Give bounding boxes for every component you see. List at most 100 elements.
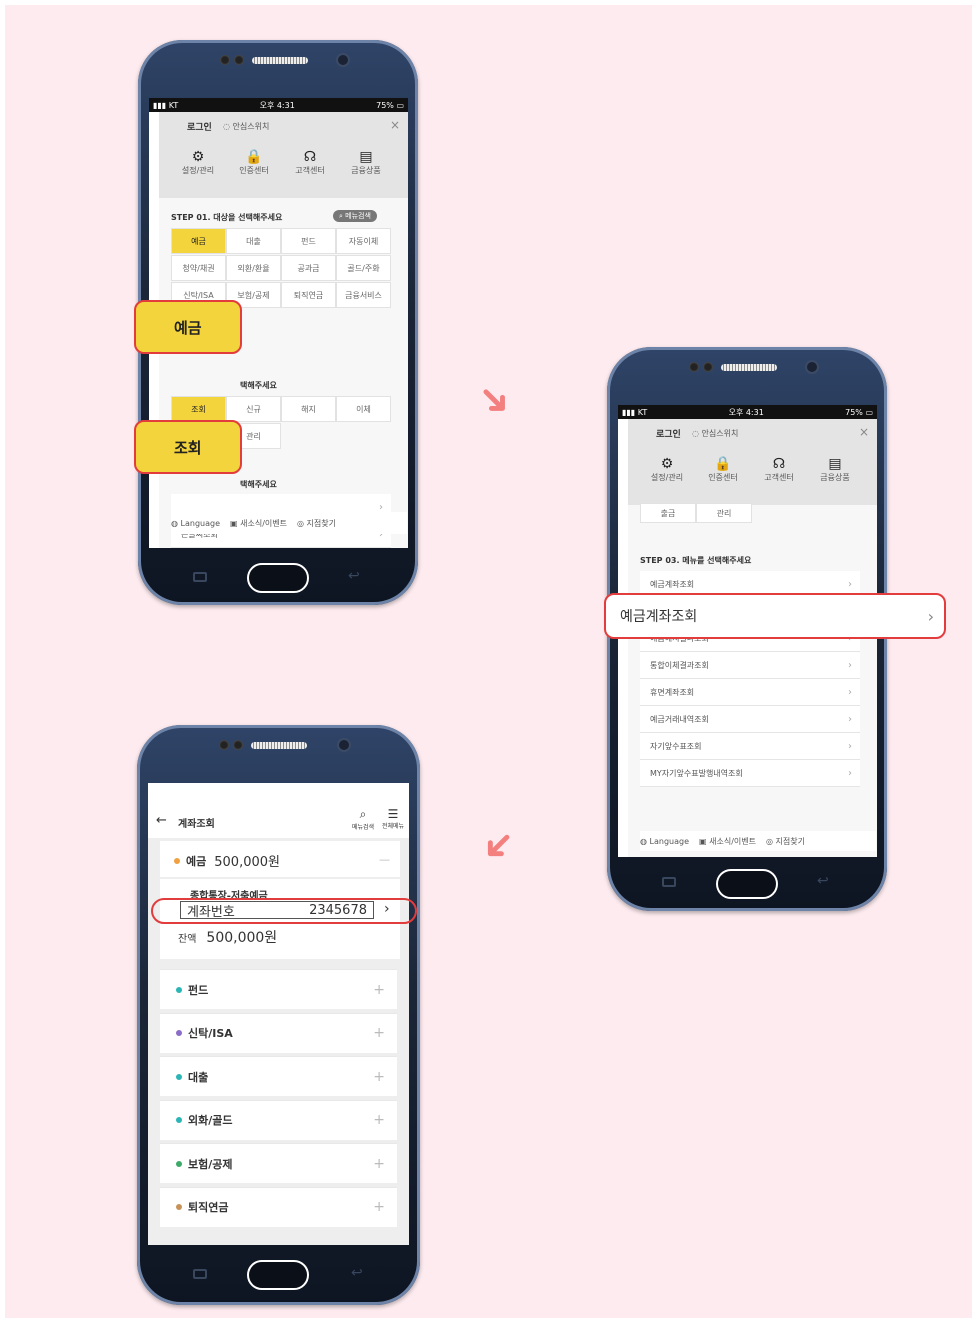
clock: 오후 4:31 bbox=[259, 100, 295, 110]
list-item-label: 휴면계좌조회 bbox=[650, 687, 695, 697]
branch-link[interactable]: ◎ 지점찾기 bbox=[766, 836, 805, 847]
login-link[interactable]: 로그인 bbox=[656, 427, 681, 440]
category-item[interactable]: 보험/공제 + bbox=[160, 1143, 397, 1183]
grid-cell[interactable]: 펀드 bbox=[281, 228, 336, 254]
back-key[interactable]: ↩ bbox=[817, 873, 829, 889]
speaker bbox=[721, 364, 777, 371]
app-header: ← 계좌조회 ⌕ 메뉴검색 ☰ 전체메뉴 bbox=[148, 803, 409, 839]
list-item[interactable]: 통합이체결과조회 › bbox=[640, 652, 860, 679]
list-item-label: 예금계좌조회 bbox=[650, 579, 695, 589]
category-item[interactable]: 대출 + bbox=[160, 1056, 397, 1096]
category-item[interactable]: 펀드 + bbox=[160, 969, 397, 1009]
status-bar: ▮▮▮ KT 오후 4:31 75% ▭ bbox=[149, 98, 408, 112]
menu-footer: ◍ Language ▣ 새소식/이벤트 ◎ 지점찾기 bbox=[171, 512, 407, 534]
grid-cell-label: 외환/환율 bbox=[237, 263, 270, 273]
category-item[interactable]: 외화/골드 + bbox=[160, 1099, 397, 1140]
headset-icon: ☊ bbox=[303, 149, 317, 165]
branch-label: 지점찾기 bbox=[775, 836, 805, 846]
language-link[interactable]: ◍ Language bbox=[640, 837, 689, 846]
news-link[interactable]: ▣ 새소식/이벤트 bbox=[230, 518, 287, 529]
quick-label: 설정/관리 bbox=[181, 166, 215, 175]
grid-cell-label: 자동이체 bbox=[348, 236, 379, 246]
bullet-icon bbox=[176, 1160, 182, 1167]
safe-switch-label: 안심스위치 bbox=[701, 429, 739, 438]
menu-body: 출금 관리 STEP 03. 메뉴를 선택해주세요 예금계좌조회››예금해지결과… bbox=[628, 503, 877, 857]
login-link[interactable]: 로그인 bbox=[187, 120, 212, 133]
sensor bbox=[219, 740, 229, 750]
news-label: 새소식/이벤트 bbox=[240, 518, 287, 528]
language-link[interactable]: ◍ Language bbox=[171, 519, 220, 528]
signal-icon: ▮▮▮ bbox=[153, 100, 167, 110]
close-icon[interactable]: × bbox=[859, 425, 869, 439]
grid-cell[interactable]: 골드/주화 bbox=[336, 255, 391, 281]
quick-icon-3[interactable]: ☊ 고객센터 bbox=[285, 146, 335, 176]
battery-level: 75% bbox=[845, 407, 863, 417]
search-icon: ⌕ bbox=[359, 807, 367, 821]
grid-cell[interactable]: 관리 bbox=[696, 503, 752, 523]
grid-cell[interactable]: 출금 bbox=[640, 503, 696, 523]
collapse-icon[interactable]: — bbox=[379, 853, 390, 866]
news-label: 새소식/이벤트 bbox=[709, 836, 756, 846]
back-key[interactable]: ↩ bbox=[351, 1265, 363, 1281]
callout-inquiry: 조회 bbox=[134, 420, 242, 474]
recent-apps-key[interactable] bbox=[193, 1269, 207, 1279]
red-highlight bbox=[151, 898, 417, 924]
list-item[interactable]: 휴면계좌조회 › bbox=[640, 679, 860, 706]
grid-cell[interactable]: 외환/환율 bbox=[226, 255, 281, 281]
grid-cell[interactable]: 자동이체 bbox=[336, 228, 391, 254]
branch-link[interactable]: ◎ 지점찾기 bbox=[297, 518, 336, 529]
headset-icon: ☊ bbox=[772, 456, 786, 472]
grid-cell-label: 펀드 bbox=[301, 236, 316, 246]
grid-cell[interactable]: 조회 bbox=[171, 396, 226, 422]
menu-search-button[interactable]: ⌕ 메뉴검색 bbox=[348, 807, 378, 831]
list-item-label: MY자기앞수표발행내역조회 bbox=[650, 768, 743, 778]
grid-cell-label: 골드/주화 bbox=[347, 263, 380, 273]
back-key[interactable]: ↩ bbox=[348, 568, 360, 584]
quick-icon-4[interactable]: ▤ 금융상품 bbox=[341, 146, 391, 176]
quick-icon-2[interactable]: 🔒 인증센터 bbox=[229, 146, 279, 176]
quick-label: 금융상품 bbox=[351, 166, 381, 175]
grid-cell[interactable]: 청약/채권 bbox=[171, 255, 226, 281]
quick-icon-1[interactable]: ⚙ 설정/관리 bbox=[173, 146, 223, 176]
menu-body: STEP 01. 대상을 선택해주세요 ⌕ 메뉴검색 예금 대출 펀드 자동이체 청약/… bbox=[159, 198, 408, 548]
back-arrow-icon[interactable]: ← bbox=[156, 813, 167, 828]
safe-switch[interactable]: ◌ 안심스위치 bbox=[692, 428, 738, 439]
quick-icon-3[interactable]: ☊ 고객센터 bbox=[754, 453, 804, 483]
quick-icon-2[interactable]: 🔒 인증센터 bbox=[698, 453, 748, 483]
home-button[interactable] bbox=[247, 1260, 309, 1290]
grid-cell[interactable]: 대출 bbox=[226, 228, 281, 254]
recent-apps-key[interactable] bbox=[193, 572, 207, 582]
grid-cell-label: 금융서비스 bbox=[345, 290, 382, 300]
home-button[interactable] bbox=[716, 869, 778, 899]
grid-cell[interactable]: 예금 bbox=[171, 228, 226, 254]
step3-title: STEP 03. 메뉴를 선택해주세요 bbox=[640, 556, 752, 565]
category-label: 펀드 bbox=[188, 983, 209, 997]
grid-cell[interactable]: 해지 bbox=[281, 396, 336, 422]
step3-title: 택해주세요 bbox=[240, 480, 277, 489]
grid-cell[interactable]: 공과금 bbox=[281, 255, 336, 281]
quick-icon-1[interactable]: ⚙ 설정/관리 bbox=[642, 453, 692, 483]
category-item[interactable]: 퇴직연금 + bbox=[160, 1186, 397, 1227]
all-menu-button[interactable]: ☰ 전체메뉴 bbox=[378, 807, 408, 830]
grid-cell[interactable]: 신규 bbox=[226, 396, 281, 422]
grid-cell[interactable]: 금융서비스 bbox=[336, 282, 391, 308]
list-item[interactable]: 자기앞수표조회 › bbox=[640, 733, 860, 760]
category-label: 보험/공제 bbox=[188, 1157, 233, 1171]
safe-switch[interactable]: ◌ 안심스위치 bbox=[223, 121, 269, 132]
list-item[interactable]: 예금거래내역조회 › bbox=[640, 706, 860, 733]
close-icon[interactable]: × bbox=[390, 118, 400, 132]
list-item[interactable]: MY자기앞수표발행내역조회 › bbox=[640, 760, 860, 787]
grid-cell[interactable]: 퇴직연금 bbox=[281, 282, 336, 308]
expand-icon: + bbox=[373, 1155, 385, 1172]
quick-icon-4[interactable]: ▤ 금융상품 bbox=[810, 453, 860, 483]
news-link[interactable]: ▣ 새소식/이벤트 bbox=[699, 836, 756, 847]
menu-search-button[interactable]: ⌕ 메뉴검색 bbox=[333, 210, 377, 222]
recent-apps-key[interactable] bbox=[662, 877, 676, 887]
grid-cell[interactable]: 이체 bbox=[336, 396, 391, 422]
menu-footer: ◍ Language ▣ 새소식/이벤트 ◎ 지점찾기 bbox=[640, 831, 876, 851]
category-item[interactable]: 신탁/ISA + bbox=[160, 1012, 397, 1053]
bullet-icon bbox=[176, 1204, 182, 1210]
home-button[interactable] bbox=[247, 563, 309, 593]
quick-label: 인증센터 bbox=[239, 166, 269, 175]
chevron-right-icon: › bbox=[848, 713, 852, 725]
